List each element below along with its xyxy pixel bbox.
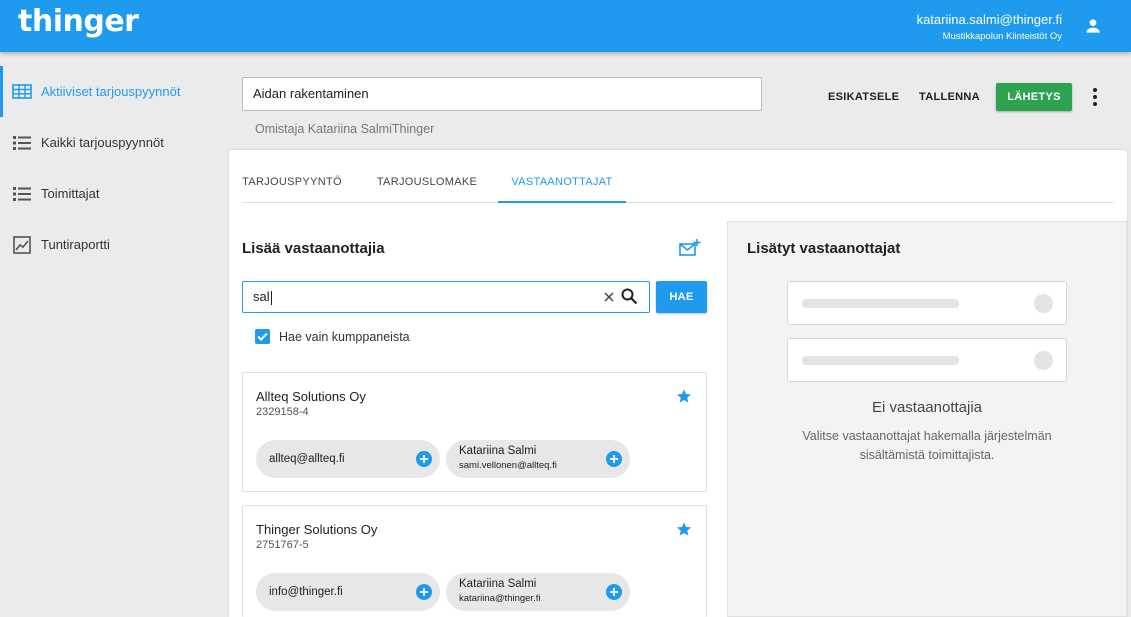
more-options-icon[interactable] — [1086, 86, 1104, 108]
account-icon[interactable] — [1083, 16, 1103, 36]
contact-chip[interactable]: Katariina Salmi sami.vellonen@allteq.fi — [446, 440, 630, 478]
request-title-input[interactable]: Aidan rakentaminen — [242, 77, 762, 111]
partners-only-label: Hae vain kumppaneista — [279, 330, 410, 344]
contact-email: katariina@thinger.fi — [459, 593, 541, 604]
supplier-card: Allteq Solutions Oy 2329158-4 allteq@all… — [242, 372, 707, 492]
contact-email: info@thinger.fi — [269, 586, 343, 598]
sidebar: Aktiiviset tarjouspyynnöt Kaikki tarjous… — [0, 52, 229, 617]
supplier-business-id: 2751767-5 — [256, 539, 309, 551]
contact-email: allteq@allteq.fi — [269, 453, 345, 465]
request-owner: Omistaja Katariina SalmiThinger — [255, 122, 435, 136]
list-icon — [13, 135, 31, 150]
sidebar-item-suppliers[interactable]: Toimittajat — [0, 168, 229, 219]
contact-name: Katariina Salmi — [459, 578, 537, 590]
save-button[interactable]: TALLENNA — [919, 83, 980, 111]
empty-state-description: Valitse vastaanottajat hakemalla järjest… — [802, 429, 1052, 462]
preview-button[interactable]: ESIKATSELE — [828, 83, 899, 111]
add-circle-icon[interactable] — [606, 451, 622, 467]
contact-email: sami.vellonen@allteq.fi — [459, 460, 557, 471]
contact-chip[interactable]: Katariina Salmi katariina@thinger.fi — [446, 573, 630, 611]
clear-icon[interactable] — [602, 290, 616, 304]
checkmark-icon — [257, 332, 268, 341]
search-field[interactable]: sal — [242, 281, 650, 313]
star-icon[interactable] — [676, 521, 692, 537]
report-icon — [13, 235, 31, 254]
sidebar-item-all-requests[interactable]: Kaikki tarjouspyynnöt — [0, 117, 229, 168]
partners-only-checkbox[interactable] — [255, 329, 270, 344]
supplier-business-id: 2329158-4 — [256, 406, 309, 418]
contact-name: Katariina Salmi — [459, 445, 537, 457]
add-recipients-heading: Lisää vastaanottajia — [242, 240, 385, 257]
sidebar-item-label: Kaikki tarjouspyynnöt — [41, 135, 164, 150]
placeholder-dot — [1034, 294, 1053, 313]
supplier-name: Thinger Solutions Oy — [256, 522, 378, 537]
add-email-icon[interactable] — [679, 238, 701, 258]
placeholder-bar — [802, 356, 959, 365]
contact-chip[interactable]: allteq@allteq.fi — [256, 440, 440, 478]
search-input[interactable]: sal — [253, 282, 272, 311]
sidebar-item-hour-report[interactable]: Tuntiraportti — [0, 219, 229, 270]
grid-icon — [12, 83, 32, 99]
star-icon[interactable] — [676, 388, 692, 404]
sidebar-item-label: Tuntiraportti — [41, 237, 110, 252]
list-icon — [13, 186, 31, 201]
supplier-name: Allteq Solutions Oy — [256, 389, 366, 404]
text-caret — [270, 290, 272, 305]
sidebar-item-active-requests[interactable]: Aktiiviset tarjouspyynnöt — [0, 66, 229, 117]
placeholder-row — [787, 338, 1067, 382]
added-recipients-heading: Lisätyt vastaanottajat — [747, 240, 901, 257]
app-logo[interactable]: thinger — [18, 4, 139, 39]
empty-state-title: Ei vastaanottajia — [871, 399, 983, 416]
user-email: katariina.salmi@thinger.fi — [916, 12, 1062, 27]
supplier-card: Thinger Solutions Oy 2751767-5 info@thin… — [242, 505, 707, 617]
placeholder-row — [787, 281, 1067, 325]
placeholder-bar — [802, 299, 959, 308]
tab-request[interactable]: TARJOUSPYYNTÖ — [242, 163, 342, 203]
search-icon[interactable] — [621, 288, 638, 305]
search-button[interactable]: HAE — [656, 281, 707, 313]
add-circle-icon[interactable] — [416, 584, 432, 600]
contact-chip[interactable]: info@thinger.fi — [256, 573, 440, 611]
add-circle-icon[interactable] — [416, 451, 432, 467]
sidebar-item-label: Toimittajat — [41, 186, 100, 201]
top-bar: thinger katariina.salmi@thinger.fi Musti… — [0, 0, 1131, 52]
tab-form[interactable]: TARJOUSLOMAKE — [371, 163, 483, 203]
tab-recipients[interactable]: VASTAANOTTAJAT — [498, 163, 626, 203]
send-button[interactable]: LÄHETYS — [996, 83, 1072, 111]
tab-bar: TARJOUSPYYNTÖ TARJOUSLOMAKE VASTAANOTTAJ… — [242, 163, 1114, 203]
placeholder-dot — [1034, 351, 1053, 370]
sidebar-item-label: Aktiiviset tarjouspyynnöt — [41, 84, 181, 99]
user-organization: Mustikkapolun Kiinteistöt Oy — [942, 31, 1062, 42]
add-circle-icon[interactable] — [606, 584, 622, 600]
